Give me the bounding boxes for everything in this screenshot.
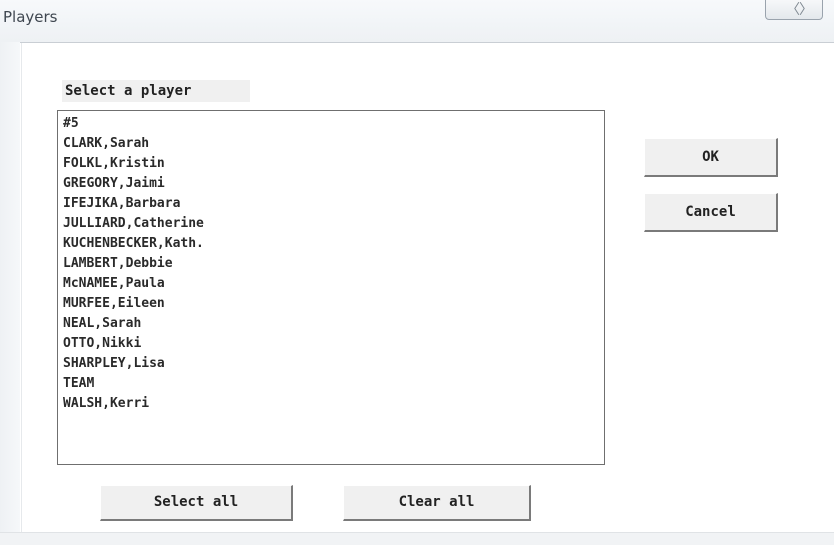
window-title: Players xyxy=(3,8,58,26)
player-list-item[interactable]: KUCHENBECKER,Kath. xyxy=(63,234,204,254)
clear-all-button[interactable]: Clear all xyxy=(343,485,531,521)
player-list-item[interactable]: FOLKL,Kristin xyxy=(63,154,165,174)
players-dialog-window: Players 〈〉 Select a player #5 CLARK,Sara… xyxy=(0,0,834,545)
player-list-item[interactable]: TEAM xyxy=(63,374,94,394)
player-list-item[interactable]: WALSH,Kerri xyxy=(63,394,149,414)
player-list-item[interactable]: MURFEE,Eileen xyxy=(63,294,165,314)
player-list-item[interactable]: JULLIARD,Catherine xyxy=(63,214,204,234)
player-list-item[interactable]: McNAMEE,Paula xyxy=(63,274,165,294)
player-list-item[interactable]: SHARPLEY,Lisa xyxy=(63,354,165,374)
player-list-item[interactable]: LAMBERT,Debbie xyxy=(63,254,173,274)
player-list-item[interactable]: CLARK,Sarah xyxy=(63,134,149,154)
player-list-item[interactable]: GREGORY,Jaimi xyxy=(63,174,165,194)
cancel-button[interactable]: Cancel xyxy=(644,193,778,232)
select-all-button[interactable]: Select all xyxy=(100,485,293,521)
player-listbox[interactable]: #5 CLARK,Sarah FOLKL,Kristin GREGORY,Jai… xyxy=(57,110,605,465)
window-left-border xyxy=(0,42,20,545)
select-player-label: Select a player xyxy=(62,80,250,102)
close-icon: 〈〉 xyxy=(786,2,813,18)
player-list-item[interactable]: IFEJIKA,Barbara xyxy=(63,194,180,214)
player-list-item[interactable]: NEAL,Sarah xyxy=(63,314,141,334)
ok-button[interactable]: OK xyxy=(644,138,778,177)
close-button[interactable]: 〈〉 xyxy=(765,0,823,20)
player-list-item[interactable]: OTTO,Nikki xyxy=(63,334,141,354)
player-list-item[interactable]: #5 xyxy=(63,114,79,134)
title-bar[interactable]: Players 〈〉 xyxy=(0,0,834,43)
window-bottom-border xyxy=(0,532,834,545)
